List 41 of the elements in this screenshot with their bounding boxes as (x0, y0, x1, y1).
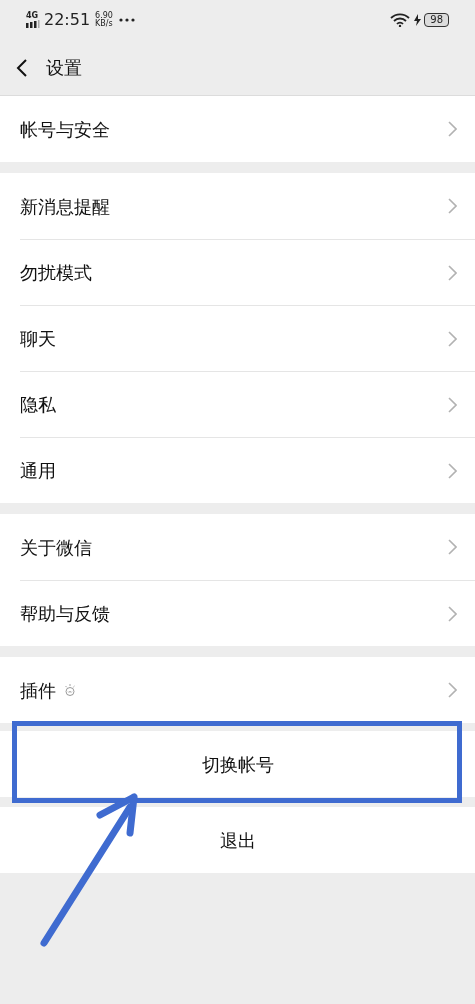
bulb-icon (64, 683, 76, 697)
more-icon (118, 18, 135, 22)
settings-item[interactable]: 隐私 (20, 371, 475, 437)
settings-item[interactable]: 插件 (0, 657, 475, 723)
chevron-icon (448, 605, 457, 622)
item-label: 帮助与反馈 (20, 602, 110, 626)
settings-item[interactable]: 帮助与反馈 (20, 580, 475, 646)
battery-indicator: 98 (424, 13, 449, 27)
item-label: 勿扰模式 (20, 261, 92, 285)
chevron-icon (448, 330, 457, 347)
settings-item[interactable]: 聊天 (20, 305, 475, 371)
item-label: 通用 (20, 459, 56, 483)
chevron-icon (448, 121, 457, 137)
switch-account-button[interactable]: 切换帐号 (0, 731, 475, 797)
item-label: 隐私 (20, 393, 56, 417)
chevron-icon (448, 539, 457, 555)
settings-item[interactable]: 帐号与安全 (0, 96, 475, 162)
network-label: 4G (26, 12, 39, 20)
clock: 22:51 (44, 9, 91, 31)
settings-item[interactable]: 通用 (20, 437, 475, 503)
speed-unit: KB/s (95, 20, 113, 28)
settings-item[interactable]: 勿扰模式 (20, 239, 475, 305)
logout-button[interactable]: 退出 (0, 807, 475, 873)
item-label: 帐号与安全 (20, 117, 110, 142)
wifi-icon (390, 13, 411, 27)
speed-value: 6.90 (95, 12, 113, 20)
item-label: 插件 (20, 678, 56, 703)
back-icon[interactable] (16, 57, 28, 78)
signal-icon (26, 20, 40, 28)
settings-item[interactable]: 新消息提醒 (0, 173, 475, 239)
chevron-icon (448, 682, 457, 698)
chevron-icon (448, 264, 457, 281)
item-label: 新消息提醒 (20, 194, 110, 219)
page-title: 设置 (46, 56, 82, 80)
item-label: 聊天 (20, 327, 56, 351)
chevron-icon (448, 462, 457, 479)
charging-icon (414, 14, 422, 26)
settings-item[interactable]: 关于微信 (0, 514, 475, 580)
chevron-icon (448, 198, 457, 214)
chevron-icon (448, 396, 457, 413)
item-label: 关于微信 (20, 535, 92, 560)
